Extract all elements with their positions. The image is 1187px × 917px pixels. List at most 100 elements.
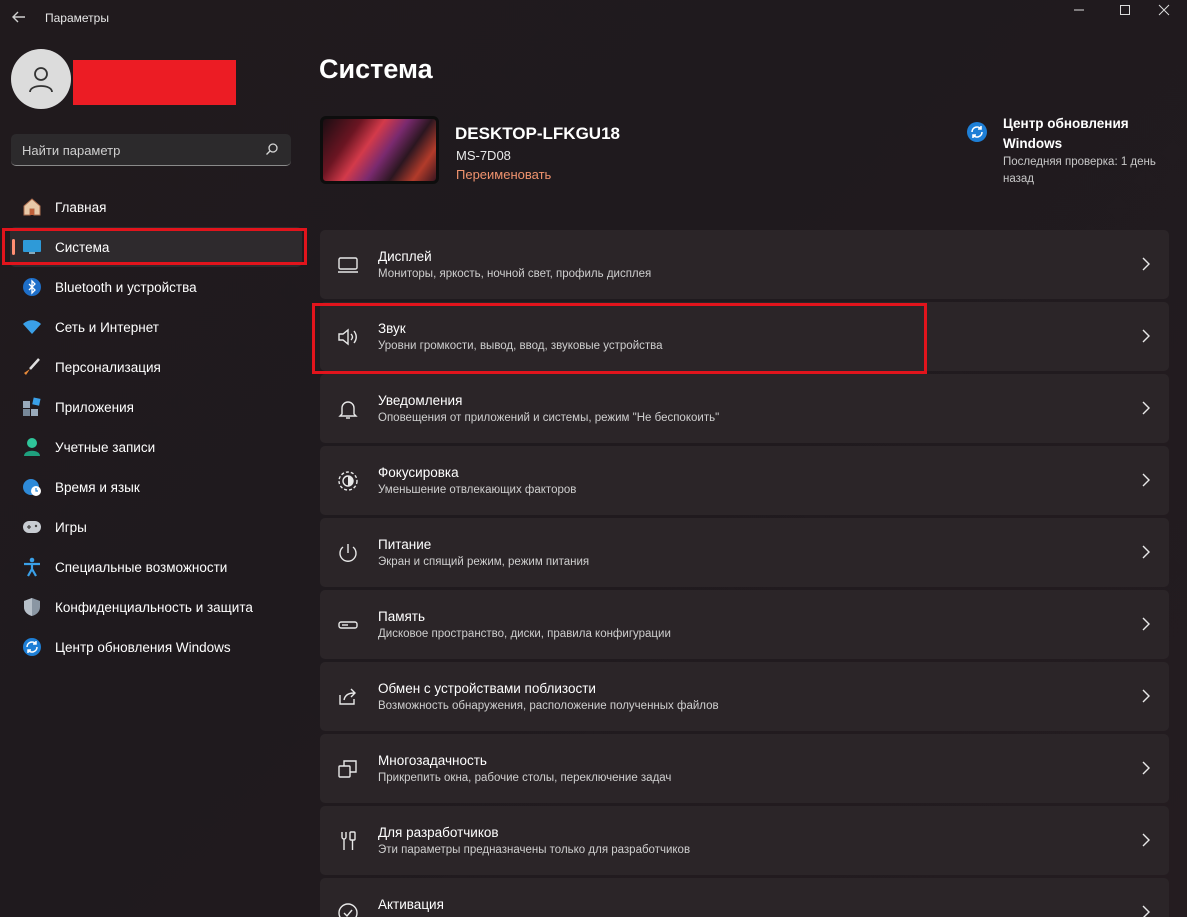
card-title: Для разработчиков: [378, 825, 499, 840]
chevron-right-icon: [1142, 617, 1150, 631]
sidebar-item-personalization[interactable]: Персонализация: [10, 347, 302, 387]
shield-icon: [21, 596, 43, 618]
card-title: Питание: [378, 537, 432, 552]
chevron-right-icon: [1142, 833, 1150, 847]
sidebar-item-time-language[interactable]: Время и язык: [10, 467, 302, 507]
main-content: Система DESKTOP-LFKGU18 MS-7D08 Переимен…: [310, 36, 1187, 917]
card-title: Обмен с устройствами поблизости: [378, 681, 596, 696]
close-button[interactable]: [1141, 0, 1187, 20]
sidebar-item-label: Приложения: [55, 399, 134, 415]
search-placeholder: Найти параметр: [22, 143, 121, 158]
share-icon: [339, 688, 356, 705]
apps-icon: [21, 396, 43, 418]
sidebar-item-label: Персонализация: [55, 359, 161, 375]
minimize-button[interactable]: [1056, 0, 1102, 20]
sidebar: Найти параметр Главная Система Bluetooth…: [0, 36, 310, 917]
back-button[interactable]: [8, 6, 30, 28]
sidebar-item-label: Bluetooth и устройства: [55, 279, 197, 295]
sidebar-item-label: Игры: [55, 519, 87, 535]
card-nearby-sharing[interactable]: Обмен с устройствами поблизости Возможно…: [320, 662, 1169, 731]
gamepad-icon: [21, 516, 43, 538]
rename-link[interactable]: Переименовать: [456, 167, 551, 182]
card-display[interactable]: Дисплей Мониторы, яркость, ночной свет, …: [320, 230, 1169, 299]
display-icon: [338, 257, 358, 273]
maximize-icon: [1120, 5, 1130, 15]
page-title: Система: [319, 54, 433, 84]
chevron-right-icon: [1142, 257, 1150, 271]
chevron-right-icon: [1142, 401, 1150, 415]
sidebar-item-bluetooth[interactable]: Bluetooth и устройства: [10, 267, 302, 307]
sidebar-item-accessibility[interactable]: Специальные возможности: [10, 547, 302, 587]
card-subtitle: Возможность обнаружения, расположение по…: [378, 700, 719, 712]
close-icon: [1158, 4, 1170, 16]
card-subtitle: Уменьшение отвлекающих факторов: [378, 484, 577, 496]
globe-clock-icon: [21, 476, 43, 498]
card-subtitle: Дисковое пространство, диски, правила ко…: [378, 628, 671, 640]
chevron-right-icon: [1142, 545, 1150, 559]
home-icon: [21, 196, 43, 218]
power-icon: [339, 544, 357, 562]
card-subtitle: Мониторы, яркость, ночной свет, профиль …: [378, 268, 652, 280]
sidebar-item-privacy[interactable]: Конфиденциальность и защита: [10, 587, 302, 627]
developer-icon: [341, 831, 356, 850]
highlight-box-system: [2, 228, 307, 265]
bluetooth-icon: [21, 276, 43, 298]
chevron-right-icon: [1142, 905, 1150, 917]
focus-icon: [338, 471, 358, 491]
sidebar-item-label: Центр обновления Windows: [55, 639, 231, 655]
card-subtitle: Оповещения от приложений и системы, режи…: [378, 412, 720, 424]
title-bar: Параметры: [0, 0, 1187, 36]
sidebar-item-gaming[interactable]: Игры: [10, 507, 302, 547]
sidebar-item-windows-update[interactable]: Центр обновления Windows: [10, 627, 302, 667]
card-notifications[interactable]: Уведомления Оповещения от приложений и с…: [320, 374, 1169, 443]
wifi-icon: [21, 316, 43, 338]
search-input[interactable]: Найти параметр: [11, 134, 291, 166]
sidebar-item-label: Специальные возможности: [55, 559, 228, 575]
chevron-right-icon: [1142, 473, 1150, 487]
device-model: MS-7D08: [456, 148, 511, 163]
sidebar-item-accounts[interactable]: Учетные записи: [10, 427, 302, 467]
brush-icon: [21, 356, 43, 378]
sidebar-item-label: Время и язык: [55, 479, 140, 495]
update-icon: [967, 122, 987, 142]
back-arrow-icon: [12, 11, 25, 23]
chevron-right-icon: [1142, 329, 1150, 343]
card-title: Фокусировка: [378, 465, 459, 480]
card-focus[interactable]: Фокусировка Уменьшение отвлекающих факто…: [320, 446, 1169, 515]
sidebar-item-network[interactable]: Сеть и Интернет: [10, 307, 302, 347]
card-storage[interactable]: Память Дисковое пространство, диски, пра…: [320, 590, 1169, 659]
sidebar-item-apps[interactable]: Приложения: [10, 387, 302, 427]
sidebar-item-label: Учетные записи: [55, 439, 156, 455]
card-multitasking[interactable]: Многозадачность Прикрепить окна, рабочие…: [320, 734, 1169, 803]
device-name: DESKTOP-LFKGU18: [455, 124, 620, 143]
redacted-username: [73, 60, 236, 105]
sidebar-item-home[interactable]: Главная: [10, 187, 302, 227]
storage-icon: [338, 621, 358, 629]
card-title: Дисплей: [378, 249, 432, 264]
card-title: Уведомления: [378, 393, 463, 408]
windows-update-link[interactable]: Центр обновления Windows: [1003, 114, 1173, 154]
multitask-icon: [338, 760, 357, 778]
card-subtitle: Прикрепить окна, рабочие столы, переключ…: [378, 772, 672, 784]
card-subtitle: Эти параметры предназначены только для р…: [378, 844, 691, 856]
chevron-right-icon: [1142, 689, 1150, 703]
card-title: Активация: [378, 897, 444, 912]
card-subtitle: Экран и спящий режим, режим питания: [378, 556, 590, 568]
card-activation[interactable]: Активация: [320, 878, 1169, 917]
accessibility-icon: [21, 556, 43, 578]
update-icon: [21, 636, 43, 658]
sidebar-item-label: Сеть и Интернет: [55, 319, 159, 335]
last-check-text: Последняя проверка: 1 день назад: [1003, 156, 1156, 185]
card-power[interactable]: Питание Экран и спящий режим, режим пита…: [320, 518, 1169, 587]
card-title: Память: [378, 609, 426, 624]
device-wallpaper-thumbnail: [320, 116, 439, 184]
sidebar-item-label: Конфиденциальность и защита: [55, 599, 253, 615]
card-title: Многозадачность: [378, 753, 487, 768]
card-for-developers[interactable]: Для разработчиков Эти параметры предназн…: [320, 806, 1169, 875]
minimize-icon: [1074, 9, 1084, 11]
search-icon: [266, 143, 278, 155]
highlight-box-sound: [312, 303, 927, 374]
avatar[interactable]: [11, 49, 71, 109]
sidebar-item-label: Главная: [55, 199, 107, 215]
user-icon: [29, 67, 53, 93]
